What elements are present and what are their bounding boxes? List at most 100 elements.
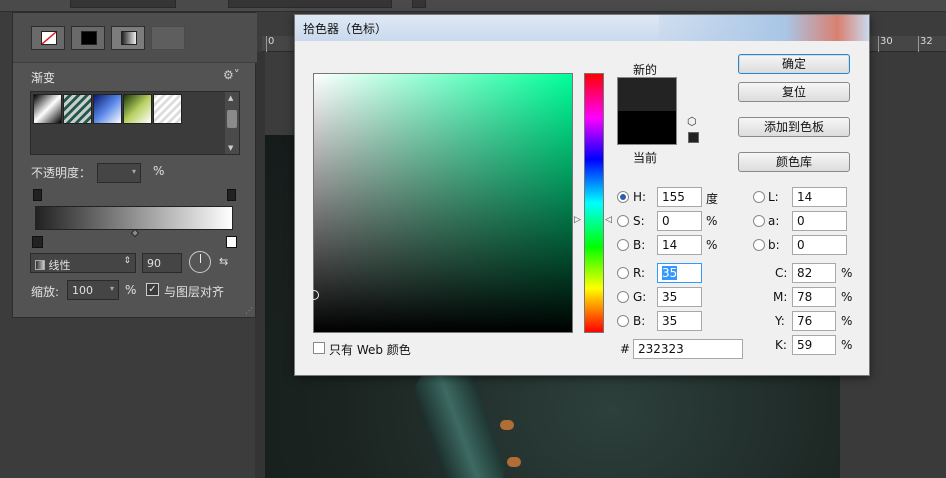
presets-scrollbar[interactable]: ▲ ▼ [225, 92, 239, 154]
radio-b[interactable] [617, 239, 629, 251]
color-field[interactable] [309, 73, 573, 333]
hue-arrow-left-icon[interactable]: ▷ [574, 215, 581, 225]
m-unit: % [841, 290, 853, 304]
blue-input[interactable]: 35 [657, 311, 702, 331]
ruler-tick-line [918, 36, 919, 52]
scale-field[interactable]: 100 ▾ [67, 280, 119, 300]
r-input[interactable]: 35 [657, 263, 702, 283]
reverse-gradient-icon[interactable]: ⇆ [219, 255, 228, 268]
color-stop-left[interactable] [32, 236, 43, 248]
options-bar [0, 0, 946, 12]
chevron-down-icon: ▾ [131, 167, 136, 176]
gradient-icon [121, 31, 137, 45]
ruler-label-0: 0 [268, 36, 275, 47]
web-color-icon[interactable] [688, 132, 699, 143]
hex-input[interactable]: 232323 [633, 339, 743, 359]
gradient-bar[interactable] [35, 206, 233, 230]
new-color-label: 新的 [633, 63, 658, 77]
c-unit: % [841, 266, 853, 280]
options-dropdown-1[interactable] [70, 0, 176, 8]
k-unit: % [841, 338, 853, 352]
reset-button[interactable]: 复位 [738, 82, 850, 102]
c-input[interactable]: 82 [792, 263, 836, 283]
b-unit: % [706, 238, 718, 252]
gradient-preset-empty [183, 94, 212, 124]
g-label: G: [633, 290, 647, 304]
cube-icon[interactable]: ⬡ [687, 115, 697, 128]
k-input[interactable]: 59 [792, 335, 836, 355]
panel-title: 渐变 [31, 71, 56, 85]
options-dropdown-2[interactable] [228, 0, 392, 8]
scale-value: 100 [72, 284, 93, 297]
radio-lab-b[interactable] [753, 239, 765, 251]
scroll-thumb[interactable] [227, 110, 237, 128]
color-field-marker[interactable] [309, 290, 319, 300]
ruler-tick-line [878, 36, 879, 52]
chevron-down-icon: ▾ [109, 284, 114, 293]
scroll-down-icon[interactable]: ▼ [228, 144, 233, 152]
h-input[interactable]: 155 [657, 187, 702, 207]
gradient-preset[interactable] [153, 94, 182, 124]
m-input[interactable]: 78 [792, 287, 836, 307]
gradient-preset[interactable] [123, 94, 152, 124]
gradient-preset[interactable] [63, 94, 92, 124]
radio-l[interactable] [753, 191, 765, 203]
radio-g[interactable] [617, 291, 629, 303]
gradient-preset[interactable] [33, 94, 62, 124]
y-unit: % [841, 314, 853, 328]
lab-b-input[interactable]: 0 [792, 235, 847, 255]
radio-h[interactable] [617, 191, 629, 203]
g-input[interactable]: 35 [657, 287, 702, 307]
hue-arrow-right-icon[interactable]: ◁ [605, 215, 612, 225]
no-fill-button[interactable] [31, 26, 65, 50]
solid-fill-button[interactable] [71, 26, 105, 50]
opacity-stop-right[interactable] [227, 189, 236, 201]
b-label: B: [633, 238, 646, 252]
h-label: H: [633, 190, 647, 204]
radio-a[interactable] [753, 215, 765, 227]
gear-icon[interactable]: ⚙˅ [223, 68, 240, 82]
radio-r[interactable] [617, 267, 629, 279]
pattern-fill-button[interactable] [151, 26, 185, 50]
h-unit: 度 [706, 192, 719, 206]
opacity-stop-left[interactable] [33, 189, 42, 201]
current-color-swatch[interactable] [617, 111, 677, 145]
ok-button[interactable]: 确定 [738, 54, 850, 74]
options-checkbox[interactable] [412, 0, 426, 8]
opacity-field[interactable]: ▾ [97, 163, 141, 183]
lab-b-label: b: [768, 238, 780, 252]
scale-label: 缩放: [31, 285, 60, 299]
photoshop-window: 0 30 32 渐变 ⚙˅ ▲ ▼ 不透明度： ▾ % 线性 ⇕ 90 ⇆ 缩放… [0, 0, 946, 478]
midpoint-diamond[interactable] [130, 228, 140, 238]
align-checkbox[interactable]: ✓ [146, 283, 159, 296]
angle-dial[interactable] [189, 251, 211, 273]
m-label: M: [773, 290, 788, 304]
no-fill-icon [41, 31, 57, 45]
k-label: K: [775, 338, 787, 352]
l-input[interactable]: 14 [792, 187, 847, 207]
r-value: 35 [662, 266, 678, 280]
add-to-swatches-button[interactable]: 添加到色板 [738, 117, 850, 137]
brightness-input[interactable]: 14 [657, 235, 702, 255]
s-input[interactable]: 0 [657, 211, 702, 231]
angle-field[interactable]: 90 [142, 253, 182, 273]
y-input[interactable]: 76 [792, 311, 836, 331]
resize-grip-icon[interactable]: ⋰ [245, 306, 253, 315]
a-input[interactable]: 0 [792, 211, 847, 231]
blue-label: B: [633, 314, 646, 328]
web-only-checkbox[interactable] [313, 342, 325, 354]
scroll-up-icon[interactable]: ▲ [228, 94, 233, 102]
r-label: R: [633, 266, 646, 280]
gradient-type-select[interactable]: 线性 ⇕ [30, 253, 136, 273]
color-stop-right[interactable] [226, 236, 237, 248]
gradient-preset[interactable] [93, 94, 122, 124]
radio-blue[interactable] [617, 315, 629, 327]
color-libraries-button[interactable]: 颜色库 [738, 152, 850, 172]
new-color-swatch [617, 77, 677, 111]
a-label: a: [768, 214, 780, 228]
current-color-label: 当前 [633, 151, 658, 165]
radio-s[interactable] [617, 215, 629, 227]
hue-slider[interactable] [584, 73, 604, 333]
titlebar-backdrop [659, 15, 869, 41]
gradient-fill-button[interactable] [111, 26, 145, 50]
